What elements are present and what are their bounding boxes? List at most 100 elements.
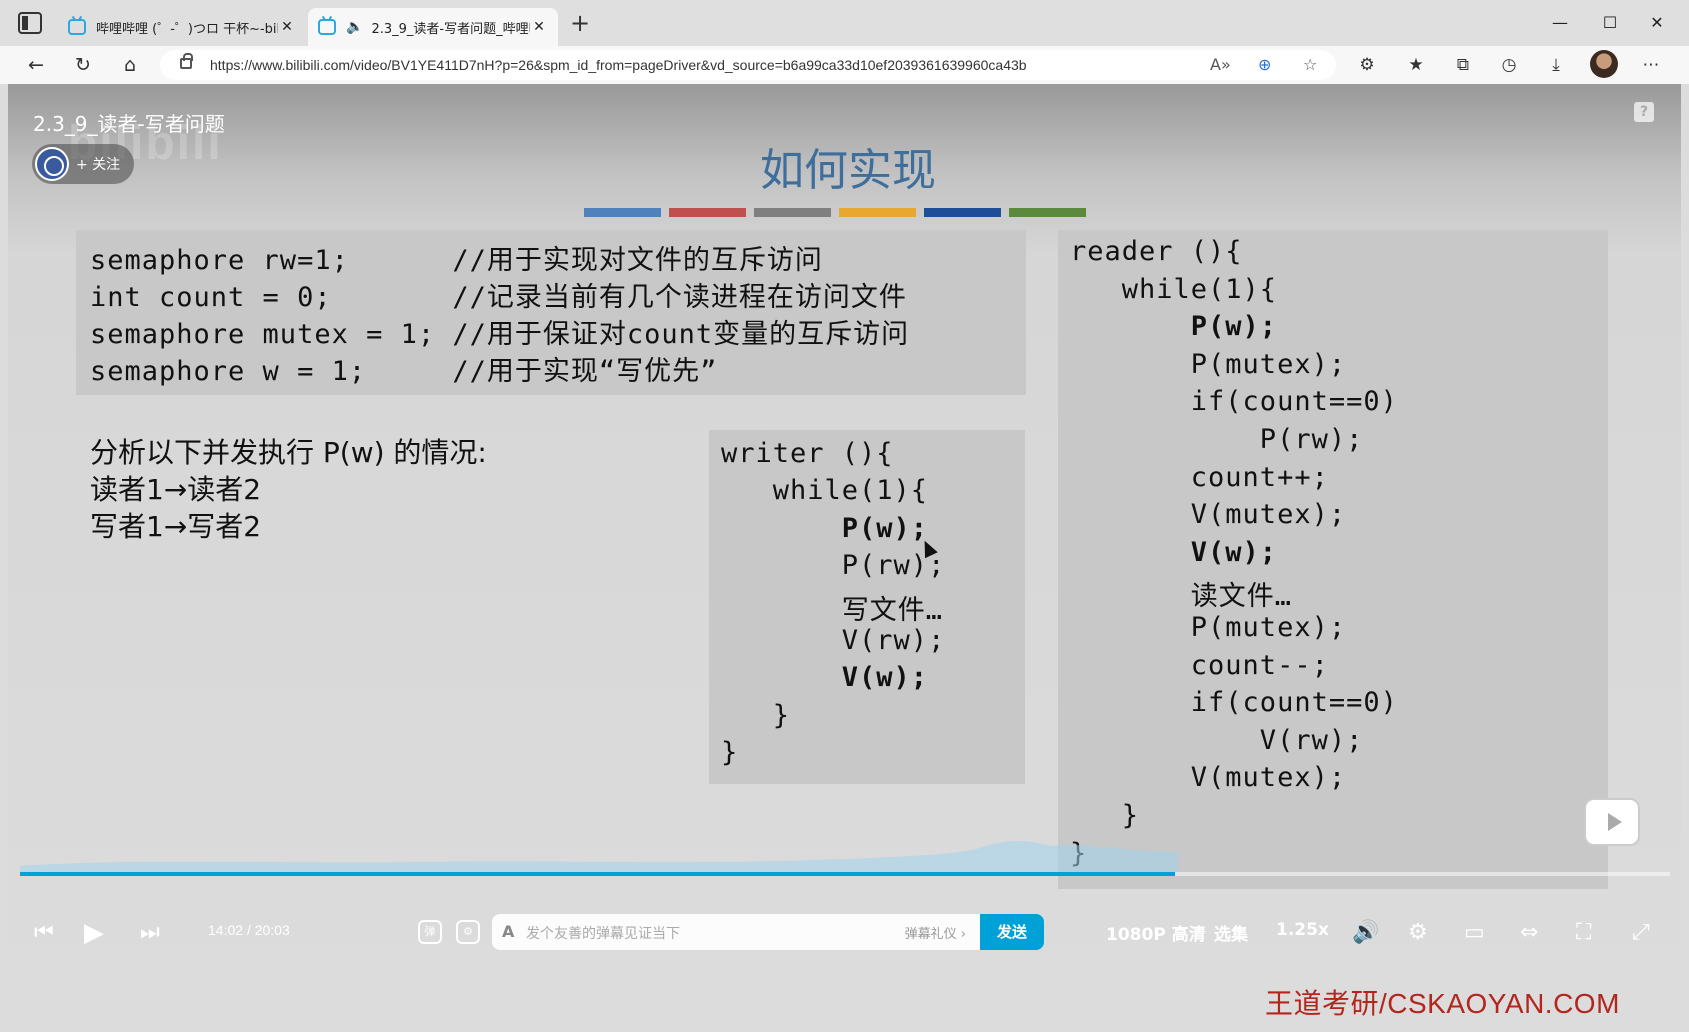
settings-icon[interactable]: ⚙ [1408, 918, 1428, 948]
add-favorite-icon[interactable]: ☆ [1303, 55, 1317, 74]
code-line: V(w); [1070, 536, 1278, 568]
title-color-bar [669, 208, 746, 217]
code-line: if(count==0) [1070, 687, 1398, 719]
danmaku-style-icon[interactable]: A [502, 922, 514, 941]
video-player[interactable]: bilibili 2.3_9_读者-写者问题 + 关注 ? 如何实现 semap… [8, 84, 1681, 1024]
navigation-bar: ← ↻ ⌂ https://www.bilibili.com/video/BV1… [0, 46, 1689, 84]
extensions-icon[interactable]: ⚙ [1354, 53, 1380, 77]
close-tab-icon[interactable]: ✕ [278, 19, 296, 35]
tab-strip: 哔哩哔哩 (゜-゜)つロ 干杯~-bili ✕ 🔈 2.3_9_读者-写者问题_… [0, 0, 1689, 46]
analysis-line: 分析以下并发执行 P(w) 的情况: [90, 436, 487, 469]
lock-icon[interactable] [180, 53, 193, 69]
collections-icon[interactable]: ⧉ [1450, 53, 1476, 77]
code-line: V(rw); [1070, 724, 1364, 756]
play-button[interactable]: ▶ [84, 918, 104, 948]
analysis-line: 读者1→读者2 [90, 473, 262, 506]
code-line: P(mutex); [1070, 348, 1347, 380]
address-bar[interactable]: https://www.bilibili.com/video/BV1YE411D… [160, 50, 1336, 80]
maximize-button[interactable]: ☐ [1595, 10, 1625, 36]
video-title: 2.3_9_读者-写者问题 [33, 112, 225, 136]
history-icon[interactable]: ◷ [1496, 53, 1522, 77]
web-fullscreen-icon[interactable]: ⛶ [1576, 918, 1591, 948]
tab-actions-icon[interactable] [18, 12, 42, 34]
code-line: } [721, 699, 791, 731]
send-danmaku-button[interactable]: 发送 [980, 914, 1044, 950]
fullscreen-icon[interactable]: ⤢ [1632, 918, 1650, 948]
code-line: V(mutex); [1070, 499, 1347, 531]
code-line: P(w); [721, 512, 929, 544]
episodes-button[interactable]: 选集 [1214, 920, 1248, 945]
tab-reader-writer-video[interactable]: 🔈 2.3_9_读者-写者问题_哔哩哔 ✕ [308, 8, 558, 46]
danmaku-input[interactable]: A 发个友善的弹幕见证当下 弹幕礼仪 › [492, 914, 980, 950]
code-line: int count = 0; //记录当前有几个读进程在访问文件 [90, 282, 907, 313]
code-line: 读文件… [1070, 581, 1293, 613]
next-icon[interactable]: ⏭ [140, 918, 160, 948]
extension-badge-icon[interactable]: ⊕ [1258, 55, 1271, 74]
current-time: 14:02 [208, 922, 244, 938]
close-window-button[interactable]: ✕ [1642, 10, 1672, 36]
code-line: count++; [1070, 461, 1329, 493]
browser-window: 哔哩哔哩 (゜-゜)つロ 干杯~-bili ✕ 🔈 2.3_9_读者-写者问题_… [0, 0, 1689, 1032]
favorites-icon[interactable]: ★ [1403, 53, 1429, 77]
more-menu-icon[interactable]: ⋯ [1638, 53, 1664, 77]
code-line: count--; [1070, 649, 1329, 681]
code-line: } [721, 737, 739, 769]
audio-playing-icon[interactable]: 🔈 [346, 19, 363, 35]
tab-bilibili-home[interactable]: 哔哩哔哩 (゜-゜)つロ 干杯~-bili ✕ [58, 8, 306, 46]
title-color-bar [924, 208, 1001, 217]
home-button[interactable]: ⌂ [116, 52, 144, 78]
widescreen-icon[interactable]: ⇔ [1520, 918, 1538, 948]
code-line: if(count==0) [1070, 386, 1398, 418]
profile-avatar[interactable] [1590, 50, 1618, 78]
code-line: P(rw); [1070, 424, 1364, 455]
writer-code-box: writer (){ while(1){ P(w); P(rw); 写文件… V… [709, 430, 1025, 784]
quality-selector[interactable]: 1080P 高清 [1106, 920, 1206, 945]
title-color-bar [1009, 208, 1086, 217]
bilibili-favicon-icon [68, 19, 86, 35]
reload-button[interactable]: ↻ [69, 52, 97, 78]
code-line: reader (){ [1070, 236, 1243, 267]
analysis-line: 写者1→写者2 [90, 510, 262, 543]
minimize-button[interactable]: — [1545, 10, 1575, 36]
code-line: V(rw); [721, 625, 946, 656]
code-line: 写文件… [721, 594, 944, 626]
code-line: semaphore rw=1; //用于实现对文件的互斥访问 [90, 245, 823, 276]
high-energy-waveform [20, 841, 1178, 876]
bilibili-favicon-icon [318, 19, 336, 35]
code-line: V(mutex); [1070, 762, 1347, 794]
title-color-bar [839, 208, 916, 217]
declarations-code-box: semaphore rw=1; //用于实现对文件的互斥访问 int count… [76, 230, 1026, 395]
danmaku-etiquette-link[interactable]: 弹幕礼仪 › [905, 923, 966, 942]
time-display: 14:02 / 20:03 [208, 922, 290, 938]
code-line: while(1){ [1070, 273, 1278, 305]
mini-player-icon[interactable] [1584, 798, 1640, 846]
code-line: } [1070, 800, 1140, 831]
back-button[interactable]: ← [22, 52, 50, 78]
danmaku-settings-icon[interactable]: ⚙ [456, 920, 480, 944]
danmaku-placeholder[interactable]: 发个友善的弹幕见证当下 [526, 923, 680, 943]
previous-icon[interactable]: ⏮ [34, 918, 54, 948]
speed-selector[interactable]: 1.25x [1276, 920, 1329, 940]
title-color-bar [754, 208, 831, 217]
follow-button[interactable]: + 关注 [32, 144, 134, 184]
danmaku-toggle-icon[interactable]: 弹 [418, 920, 442, 944]
read-aloud-icon[interactable]: A» [1210, 55, 1231, 74]
progress-bar[interactable] [20, 872, 1670, 876]
uploader-avatar[interactable] [35, 147, 69, 181]
downloads-icon[interactable]: ⤓ [1543, 53, 1569, 77]
volume-icon[interactable]: 🔊 [1352, 918, 1379, 948]
title-color-bar [584, 208, 661, 217]
code-line: semaphore w = 1; //用于实现“写优先” [90, 356, 718, 387]
picture-in-picture-icon[interactable]: ▭ [1464, 918, 1485, 948]
corner-watermark: 王道考研/CSKAOYAN.COM [1265, 988, 1620, 1019]
url-text[interactable]: https://www.bilibili.com/video/BV1YE411D… [210, 57, 1027, 73]
new-tab-button[interactable]: + [568, 11, 592, 36]
help-icon[interactable]: ? [1634, 102, 1654, 122]
slide-title: 如何实现 [760, 145, 936, 196]
code-line: P(mutex); [1070, 612, 1347, 643]
player-controls: ⏮ ▶ ⏭ 14:02 / 20:03 弹 ⚙ A 发个友善的弹幕见证当下 弹幕… [8, 904, 1681, 964]
progress-fill [20, 872, 1175, 876]
title-color-bars [584, 208, 1086, 217]
time-separator: / [246, 922, 251, 938]
close-tab-icon[interactable]: ✕ [530, 19, 548, 35]
